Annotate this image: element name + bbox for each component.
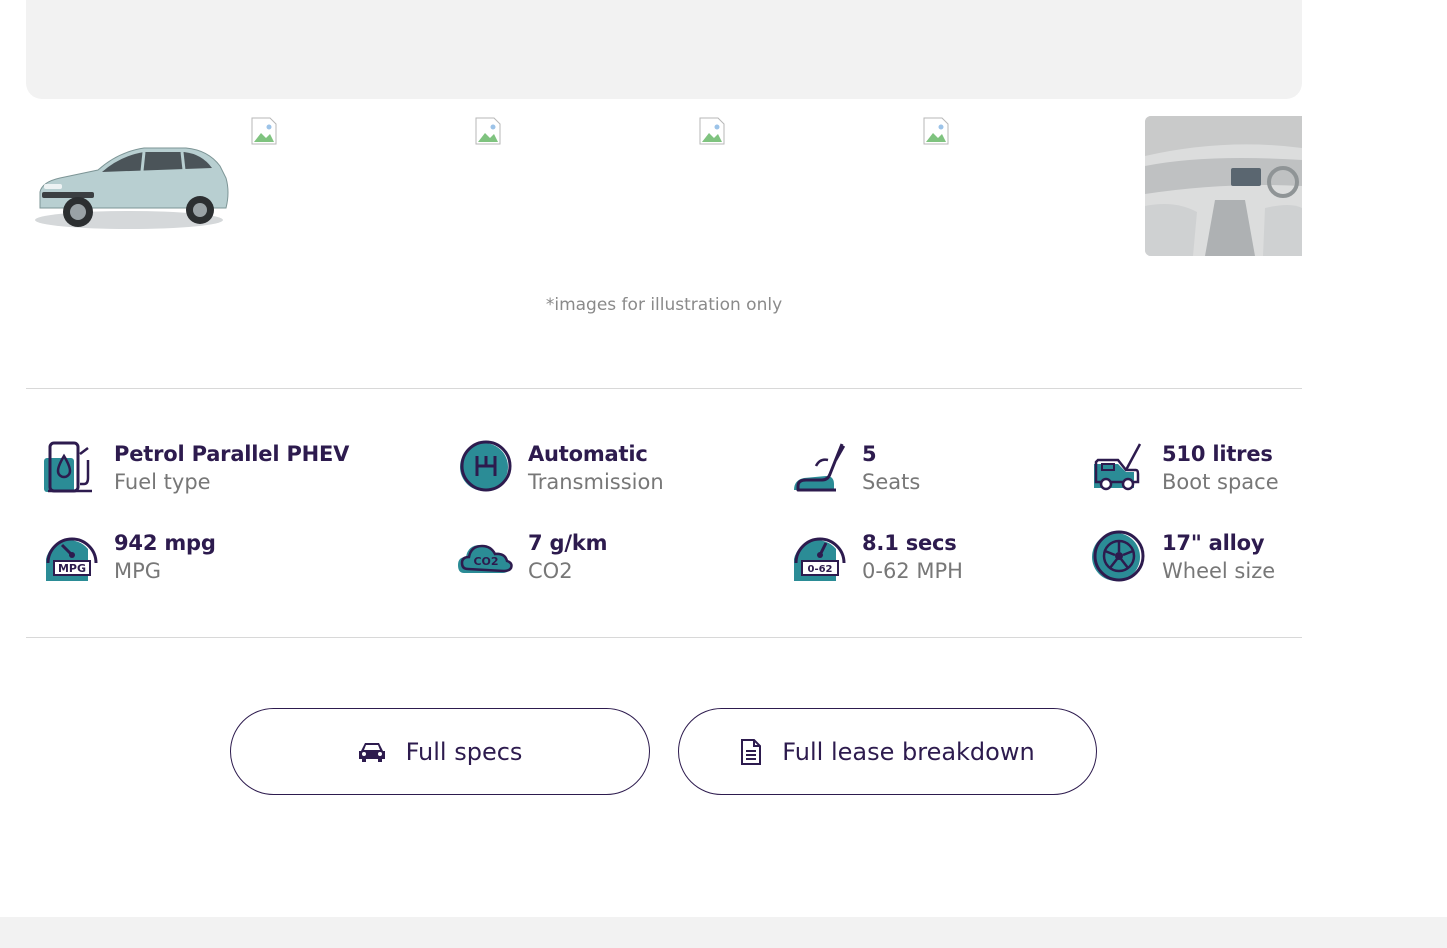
thumbnail-3[interactable]	[474, 116, 684, 256]
broken-image-icon	[251, 117, 277, 145]
spec-seats: 5 Seats	[792, 440, 1052, 496]
broken-image-icon	[923, 117, 949, 145]
gearbox-icon	[460, 440, 512, 492]
spec-value: 7 g/km	[528, 531, 608, 555]
co2-icon-text: CO2	[473, 555, 498, 568]
alloy-wheel-icon	[1092, 530, 1145, 582]
thumbnail-interior[interactable]	[1145, 116, 1302, 256]
spec-acceleration: 0-62 8.1 secs 0-62 MPH	[792, 529, 1052, 585]
thumbnail-5[interactable]	[922, 116, 1132, 256]
thumbnail-2[interactable]	[250, 116, 460, 256]
spec-value: 942 mpg	[114, 531, 216, 555]
fuel-pump-icon	[44, 441, 92, 493]
spec-label: MPG	[114, 559, 162, 583]
document-icon	[741, 738, 762, 765]
spec-value: 510 litres	[1162, 442, 1273, 466]
acceleration-gauge-icon: 0-62	[794, 537, 846, 581]
spec-value: 17" alloy	[1162, 531, 1265, 555]
illustration-note: *images for illustration only	[545, 295, 783, 315]
thumbnail-4[interactable]	[698, 116, 908, 256]
gallery-thumbnails	[26, 116, 1302, 256]
car-icon	[358, 742, 385, 762]
full-specs-label: Full specs	[405, 737, 523, 766]
accel-icon-text: 0-62	[807, 564, 832, 575]
spec-value: 5	[862, 442, 877, 466]
mpg-icon-text: MPG	[58, 562, 86, 575]
spec-label: Wheel size	[1162, 559, 1276, 583]
spec-value: Automatic	[528, 442, 648, 466]
thumbnail-exterior[interactable]	[26, 116, 236, 256]
seat-icon	[794, 443, 846, 492]
divider	[26, 388, 1302, 389]
footer-band	[0, 917, 1447, 948]
car-exterior-image	[35, 147, 229, 229]
car-interior-image	[1145, 116, 1302, 256]
spec-value: Petrol Parallel PHEV	[114, 442, 350, 466]
spec-label: Fuel type	[114, 470, 211, 494]
broken-image-icon	[699, 117, 725, 145]
spec-mpg: MPG 942 mpg MPG	[44, 529, 424, 585]
mpg-gauge-icon: MPG	[46, 537, 98, 581]
spec-label: Boot space	[1162, 470, 1279, 494]
spec-co2: CO2 7 g/km CO2	[458, 529, 758, 585]
spec-transmission: Automatic Transmission	[458, 440, 758, 496]
divider	[26, 637, 1302, 638]
spec-fuel-type: Petrol Parallel PHEV Fuel type	[44, 440, 424, 496]
full-lease-breakdown-label: Full lease breakdown	[782, 737, 1035, 766]
full-specs-button[interactable]: Full specs	[230, 708, 650, 795]
spec-label: Seats	[862, 470, 921, 494]
spec-label: CO2	[528, 559, 573, 583]
main-gallery-image[interactable]	[26, 0, 1302, 99]
car-boot-icon	[1094, 443, 1142, 491]
spec-label: Transmission	[528, 470, 664, 494]
broken-image-icon	[475, 117, 501, 145]
full-lease-breakdown-button[interactable]: Full lease breakdown	[678, 708, 1097, 795]
co2-cloud-icon: CO2	[458, 544, 513, 573]
spec-boot-space: 510 litres Boot space	[1092, 440, 1302, 496]
spec-wheel-size: 17" alloy Wheel size	[1092, 529, 1302, 585]
spec-label: 0-62 MPH	[862, 559, 963, 583]
spec-value: 8.1 secs	[862, 531, 957, 555]
